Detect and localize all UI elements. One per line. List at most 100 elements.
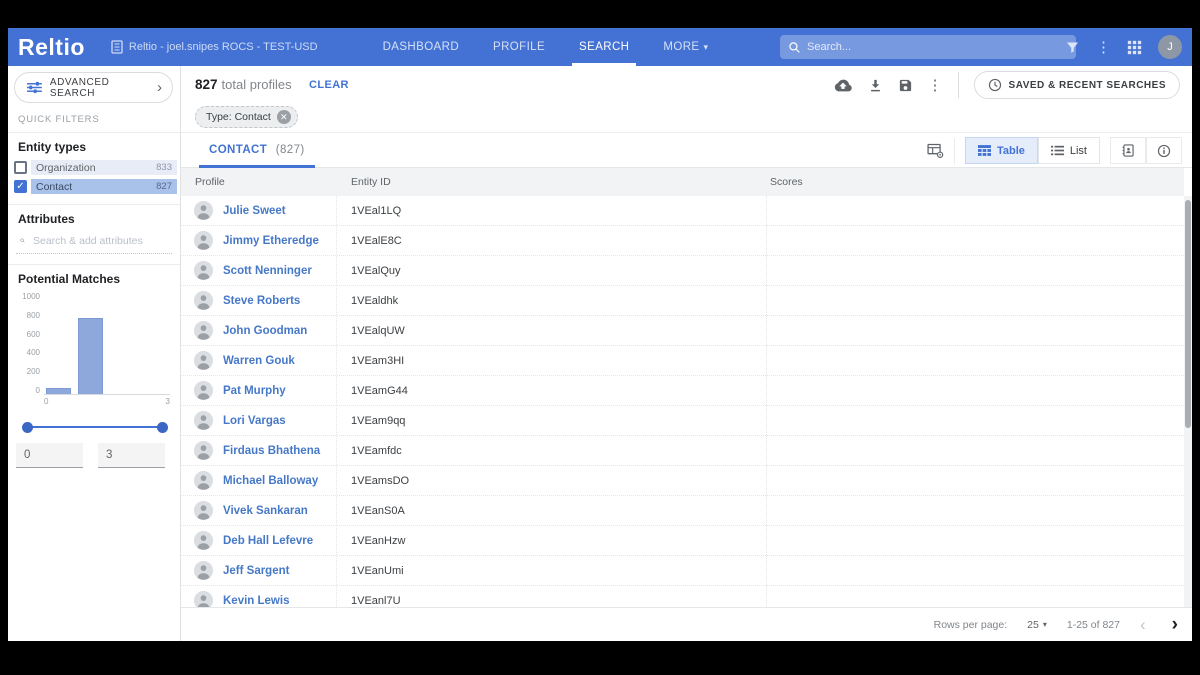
y-tick-label: 1000 xyxy=(22,292,40,301)
entity-types-heading: Entity types xyxy=(18,140,87,154)
profile-avatar-icon xyxy=(194,231,213,250)
table-row[interactable]: Scott Nenninger 1VEalQuy xyxy=(181,256,1184,286)
table-row[interactable]: Michael Balloway 1VEamsDO xyxy=(181,466,1184,496)
profile-name-link[interactable]: Vivek Sankaran xyxy=(223,496,308,526)
table-row[interactable]: Warren Gouk 1VEam3HI xyxy=(181,346,1184,376)
checkbox-unchecked-icon[interactable]: ✓ xyxy=(14,161,27,174)
advanced-search-button[interactable]: ADVANCED SEARCH › xyxy=(14,72,173,103)
profile-avatar-icon xyxy=(194,411,213,430)
table-view-button[interactable]: Table xyxy=(964,137,1038,164)
range-max-input[interactable] xyxy=(98,443,165,468)
table-row[interactable]: Jimmy Etheredge 1VEalE8C xyxy=(181,226,1184,256)
slider-handle-min[interactable] xyxy=(22,422,33,433)
caret-down-icon: ▾ xyxy=(703,42,709,52)
nav-item-more[interactable]: MORE ▾ xyxy=(646,28,725,66)
table-body: Julie Sweet 1VEal1LQ Jimmy Etheredge 1VE… xyxy=(181,196,1184,607)
list-view-button[interactable]: List xyxy=(1037,137,1100,164)
slider-track[interactable] xyxy=(26,426,164,428)
tenant-selector[interactable]: Reltio - joel.snipes ROCS - TEST-USD xyxy=(111,40,318,54)
global-search-box[interactable] xyxy=(780,35,1076,59)
profile-name-link[interactable]: Kevin Lewis xyxy=(223,586,289,607)
profile-name-link[interactable]: Pat Murphy xyxy=(223,376,286,406)
table-row[interactable]: Pat Murphy 1VEamG44 xyxy=(181,376,1184,406)
search-icon xyxy=(20,238,25,243)
cloud-export-icon[interactable] xyxy=(833,78,853,93)
previous-page-button[interactable]: ‹ xyxy=(1140,616,1146,633)
download-icon[interactable] xyxy=(868,78,883,93)
tab-contact-count: (827) xyxy=(275,144,305,156)
profile-name-link[interactable]: Steve Roberts xyxy=(223,286,300,316)
range-min-input[interactable] xyxy=(16,443,83,468)
info-icon[interactable] xyxy=(1146,137,1182,164)
profile-name-link[interactable]: Jeff Sargent xyxy=(223,556,289,586)
saved-recent-searches-button[interactable]: SAVED & RECENT SEARCHES xyxy=(973,71,1180,99)
results-toolbar: ⋮ SAVED & RECENT SEARCHES xyxy=(833,71,1180,99)
list-view-label: List xyxy=(1069,144,1087,157)
nav-kebab-menu-icon[interactable]: ⋮ xyxy=(1096,38,1111,56)
nav-item-search[interactable]: SEARCH xyxy=(562,28,646,66)
clear-filters-link[interactable]: CLEAR xyxy=(309,79,349,91)
pagination-bar: Rows per page: 25 ▾ 1-25 of 827 ‹ › xyxy=(181,607,1192,641)
profile-name-link[interactable]: Jimmy Etheredge xyxy=(223,226,319,256)
profile-name-link[interactable]: Deb Hall Lefevre xyxy=(223,526,313,556)
slider-handle-max[interactable] xyxy=(157,422,168,433)
nav-item-profile[interactable]: PROFILE xyxy=(476,28,562,66)
search-sidebar: ADVANCED SEARCH › QUICK FILTERS Entity t… xyxy=(8,66,181,641)
table-row[interactable]: Vivek Sankaran 1VEanS0A xyxy=(181,496,1184,526)
profile-name-link[interactable]: Julie Sweet xyxy=(223,196,286,226)
table-row[interactable]: Kevin Lewis 1VEanl7U xyxy=(181,586,1184,607)
attributes-search-input[interactable] xyxy=(33,234,168,247)
table-row[interactable]: Firdaus Bhathena 1VEamfdc xyxy=(181,436,1184,466)
entity-type-label: Organization xyxy=(36,161,96,174)
profile-avatar-icon xyxy=(194,261,213,280)
chip-close-icon[interactable]: ✕ xyxy=(276,110,291,124)
matches-range-slider[interactable] xyxy=(22,421,168,433)
entity-type-count: 827 xyxy=(156,181,172,192)
entity-id: 1VEamG44 xyxy=(351,385,408,397)
profile-avatar-icon xyxy=(194,321,213,340)
filter-funnel-icon[interactable] xyxy=(1065,40,1080,55)
next-page-button[interactable]: › xyxy=(1172,615,1178,634)
nav-item-dashboard[interactable]: DASHBOARD xyxy=(366,28,476,66)
global-search-input[interactable] xyxy=(807,41,1068,53)
profile-name-link[interactable]: Scott Nenninger xyxy=(223,256,312,286)
entity-type-contact[interactable]: ✓ Contact 827 xyxy=(14,178,177,195)
table-view-icon xyxy=(977,145,991,156)
apps-grid-icon[interactable] xyxy=(1127,40,1142,55)
user-avatar[interactable]: J xyxy=(1158,35,1182,59)
table-row[interactable]: Lori Vargas 1VEam9qq xyxy=(181,406,1184,436)
quick-filters-label: QUICK FILTERS xyxy=(18,114,100,125)
results-kebab-menu-icon[interactable]: ⋮ xyxy=(928,76,943,94)
scores-cell xyxy=(770,586,870,607)
profile-name-link[interactable]: Warren Gouk xyxy=(223,346,295,376)
table-row[interactable]: John Goodman 1VEalqUW xyxy=(181,316,1184,346)
save-search-icon[interactable] xyxy=(898,78,913,93)
table-scrollbar[interactable] xyxy=(1184,196,1192,607)
entity-type-organization[interactable]: ✓ Organization 833 xyxy=(14,159,177,176)
table-row[interactable]: Jeff Sargent 1VEanUmi xyxy=(181,556,1184,586)
table-row[interactable]: Julie Sweet 1VEal1LQ xyxy=(181,196,1184,226)
scores-cell xyxy=(770,436,870,465)
profile-name-link[interactable]: Lori Vargas xyxy=(223,406,286,436)
rows-per-page-select[interactable]: 25 ▾ xyxy=(1027,619,1047,631)
column-settings-icon[interactable] xyxy=(927,143,944,158)
profile-name-link[interactable]: Michael Balloway xyxy=(223,466,318,496)
table-row[interactable]: Deb Hall Lefevre 1VEanHzw xyxy=(181,526,1184,556)
toolbar-divider xyxy=(957,72,959,98)
profile-name-link[interactable]: Firdaus Bhathena xyxy=(223,436,320,466)
entity-id: 1VEalqUW xyxy=(351,325,405,337)
reltio-logo[interactable]: Reltio xyxy=(18,34,85,61)
results-header: 827 total profiles CLEAR ⋮ SAVED & RECENT… xyxy=(181,66,1192,104)
entity-id: 1VEamsDO xyxy=(351,475,410,487)
clock-icon xyxy=(988,78,1001,92)
checkbox-checked-icon[interactable]: ✓ xyxy=(14,180,27,193)
profile-name-link[interactable]: John Goodman xyxy=(223,316,307,346)
scrollbar-thumb[interactable] xyxy=(1185,200,1191,428)
table-row[interactable]: Steve Roberts 1VEaldhk xyxy=(181,286,1184,316)
sidebar-divider xyxy=(8,264,180,265)
attributes-search-box[interactable] xyxy=(16,228,172,254)
result-tabs-bar: CONTACT (827) Table List xyxy=(181,132,1192,168)
filter-chip-type-contact[interactable]: Type: Contact ✕ xyxy=(195,106,298,128)
contacts-book-icon[interactable] xyxy=(1110,137,1146,164)
tab-contact[interactable]: CONTACT (827) xyxy=(199,133,315,168)
